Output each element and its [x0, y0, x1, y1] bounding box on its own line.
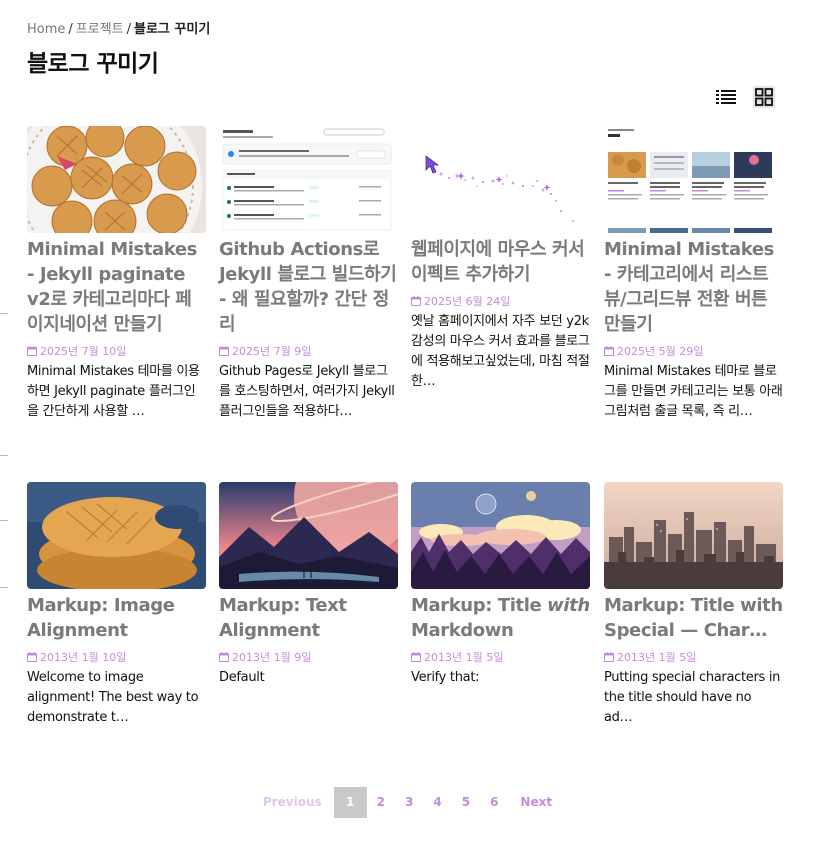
pagination-page-5[interactable]: 5 [452, 787, 480, 818]
post-date: 2013년 1월 5일 [411, 649, 590, 665]
post-date-text: 2025년 5월 29일 [617, 345, 704, 358]
post-date: 2025년 6월 24일 [411, 293, 590, 309]
post-excerpt: Minimal Mistakes 테마를 이용하면 Jekyll paginat… [27, 364, 200, 419]
post-date: 2013년 1월 5일 [604, 649, 783, 665]
pagination-page-2[interactable]: 2 [367, 787, 395, 818]
post-title[interactable]: Markup: Title with Markdown [411, 593, 590, 643]
calendar-icon [411, 296, 421, 306]
pixel-forest-moon-image [411, 482, 590, 589]
calendar-icon [604, 346, 614, 356]
post-title[interactable]: Github Actions로 Jekyll 블로그 빌드하기 - 왜 필요할까… [219, 237, 398, 337]
post-thumbnail-mountain[interactable] [219, 482, 398, 589]
city-skyline-image [604, 482, 783, 589]
pagination-page-6[interactable]: 6 [480, 787, 508, 818]
post-date-text: 2025년 6월 24일 [424, 295, 511, 308]
post-date: 2025년 7월 10일 [27, 343, 206, 359]
post-card: Github Actions로 Jekyll 블로그 빌드하기 - 왜 필요할까… [219, 126, 398, 422]
post-date: 2013년 1월 10일 [27, 649, 206, 665]
post-date: 2025년 5월 29일 [604, 343, 783, 359]
calendar-icon [27, 652, 37, 662]
post-excerpt: Github Pages로 Jekyll 블로그를 호스팅하면서, 여러가지 J… [219, 364, 395, 419]
list-view-button[interactable] [715, 86, 737, 108]
post-card: Markup: Title with Markdown 2013년 1월 5일 … [411, 482, 590, 688]
post-card: Markup: Text Alignment 2013년 1월 9일 Defau… [219, 482, 398, 688]
pagination-next[interactable]: Next [508, 787, 564, 818]
pagination-previous[interactable]: Previous [251, 787, 334, 818]
post-title-part: Markup: Title [411, 595, 548, 616]
post-thumbnail-pixel-forest[interactable] [411, 482, 590, 589]
post-title[interactable]: Minimal Mistakes - Jekyll paginate v2로 카… [27, 237, 206, 337]
pagination-page-4[interactable]: 4 [423, 787, 451, 818]
calendar-icon [604, 652, 614, 662]
grid-view-icon [755, 88, 773, 106]
list-view-icon [716, 90, 736, 104]
post-thumbnail-grid-view[interactable] [604, 126, 783, 233]
post-title[interactable]: Markup: Image Alignment [27, 593, 206, 643]
pagination-page-1[interactable]: 1 [333, 787, 367, 818]
breadcrumb-home-link[interactable]: Home [27, 22, 65, 37]
post-date-text: 2013년 1월 5일 [617, 651, 697, 664]
post-card: Minimal Mistakes - Jekyll paginate v2로 카… [27, 126, 206, 422]
github-actions-screenshot-image [219, 126, 398, 233]
post-title[interactable]: Markup: Title with Special — Char… [604, 593, 783, 643]
grid-view-button[interactable] [753, 86, 775, 108]
calendar-icon [219, 652, 229, 662]
post-excerpt: Default [219, 670, 265, 685]
post-date-text: 2013년 1월 5일 [424, 651, 504, 664]
post-date-text: 2013년 1월 9일 [232, 651, 312, 664]
post-excerpt: Minimal Mistakes 테마로 블로그를 만들면 카테고리는 보통 아… [604, 364, 783, 419]
breadcrumb-current: 블로그 꾸미기 [134, 22, 211, 37]
post-date: 2013년 1월 9일 [219, 649, 398, 665]
post-thumbnail-github-actions[interactable] [219, 126, 398, 233]
mountain-planet-sunset-image [219, 482, 398, 589]
calendar-icon [411, 652, 421, 662]
post-card: Markup: Title with Special — Char… 2013년… [604, 482, 783, 728]
cursor-sparkle-image [411, 126, 590, 233]
pagination: Previous 1 2 3 4 5 6 Next [0, 787, 815, 818]
breadcrumb-separator: / [126, 22, 132, 37]
calendar-icon [27, 346, 37, 356]
pagination-page-3[interactable]: 3 [395, 787, 423, 818]
post-title[interactable]: Minimal Mistakes - 카테고리에서 리스트뷰/그리드뷰 전환 버… [604, 237, 783, 337]
post-date-text: 2025년 7월 9일 [232, 345, 312, 358]
post-card: Markup: Image Alignment 2013년 1월 10일 Wel… [27, 482, 206, 728]
post-date: 2025년 7월 9일 [219, 343, 398, 359]
breadcrumb-separator: / [68, 22, 73, 37]
post-excerpt: Verify that: [411, 670, 480, 685]
post-excerpt: Putting special characters in the title … [604, 670, 781, 725]
post-card: Minimal Mistakes - 카테고리에서 리스트뷰/그리드뷰 전환 버… [604, 126, 783, 422]
post-date-text: 2013년 1월 10일 [40, 651, 127, 664]
post-thumbnail-cursor-effect[interactable] [411, 126, 590, 233]
post-title[interactable]: 웹페이지에 마우스 커서 이펙트 추가하기 [411, 237, 590, 287]
cookies-on-plate-image [27, 126, 206, 233]
breadcrumb: Home / 프로젝트 / 블로그 꾸미기 [27, 18, 210, 37]
post-card: 웹페이지에 마우스 커서 이펙트 추가하기 2025년 6월 24일 옛날 홈페… [411, 126, 590, 392]
calendar-icon [219, 346, 229, 356]
post-title-part: Markdown [411, 620, 514, 641]
post-excerpt: Welcome to image alignment! The best way… [27, 670, 199, 725]
left-edge-marks [0, 0, 10, 841]
breadcrumb-project-link[interactable]: 프로젝트 [76, 22, 124, 37]
cookies-closeup-image [27, 482, 206, 589]
page-title: 블로그 꾸미기 [27, 51, 159, 77]
post-title-emphasis: with [547, 595, 590, 616]
post-thumbnail-cookies[interactable] [27, 126, 206, 233]
post-thumbnail-city[interactable] [604, 482, 783, 589]
post-title[interactable]: Markup: Text Alignment [219, 593, 398, 643]
post-excerpt: 옛날 홈페이지에서 자주 보던 y2k 감성의 마우스 커서 효과를 블로그에 … [411, 314, 590, 389]
post-date-text: 2025년 7월 10일 [40, 345, 127, 358]
blog-grid-screenshot-image [604, 126, 783, 233]
view-toggle [715, 86, 775, 108]
post-thumbnail-cookies-closeup[interactable] [27, 482, 206, 589]
